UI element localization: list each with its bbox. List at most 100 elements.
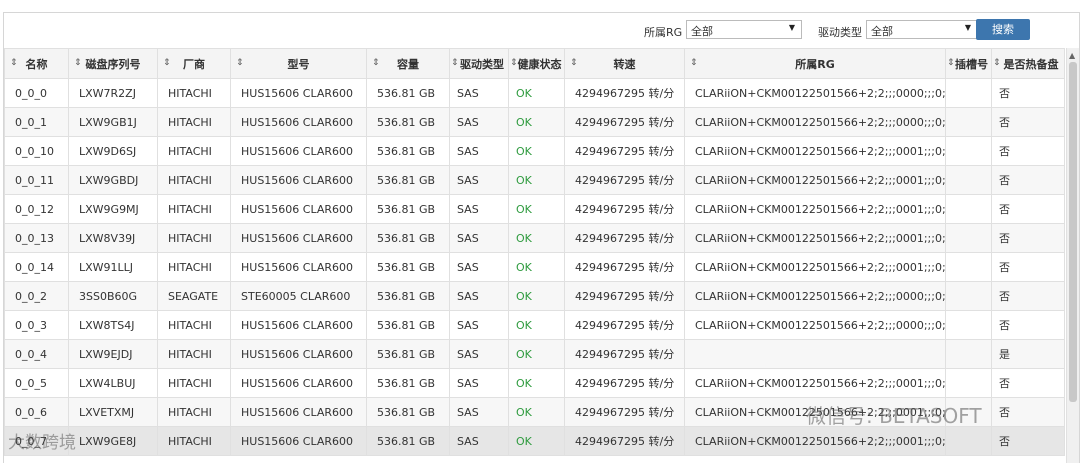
drive-type-filter-label: 驱动类型 (818, 26, 862, 39)
cell-drive-type: SAS (449, 281, 509, 311)
table-row[interactable]: 0_0_2 3SS0B60G SEAGATE STE60005 CLAR600 536.… (4, 281, 1065, 311)
cell-rg: CLARiiON+CKM00122501566+2;2;;;0000;;;0;; (684, 310, 946, 340)
cell-rg: CLARiiON+CKM00122501566+2;2;;;0001;;;0;; (684, 194, 946, 224)
cell-serial: LXW9EJDJ (68, 339, 158, 369)
triangle-down-icon: ▼ (788, 23, 795, 32)
cell-name: 0_0_2 (4, 281, 69, 311)
cell-speed: 4294967295 转/分 (564, 194, 685, 224)
table-row[interactable]: 0_0_5 LXW4LBUJ HITACHI HUS15606 CLAR600 536.… (4, 368, 1065, 398)
cell-name: 0_0_5 (4, 368, 69, 398)
cell-slot (945, 223, 992, 253)
rg-filter-value: 全部 (691, 25, 713, 38)
sort-icon[interactable]: ⇕ (510, 58, 518, 68)
sort-icon[interactable]: ⇕ (947, 58, 955, 68)
cell-health: OK (508, 223, 565, 253)
cell-serial: LXW8V39J (68, 223, 158, 253)
table-row[interactable]: 0_0_10 LXW9D6SJ HITACHI HUS15606 CLAR600 536… (4, 136, 1065, 166)
cell-name: 0_0_14 (4, 252, 69, 282)
table-row[interactable]: 0_0_1 LXW9GB1J HITACHI HUS15606 CLAR600 536.… (4, 107, 1065, 137)
cell-capacity: 536.81 GB (366, 78, 450, 108)
cell-serial: 3SS0B60G (68, 281, 158, 311)
cell-model: HUS15606 CLAR600 (230, 339, 367, 369)
column-header-health[interactable]: ⇕ 健康状态 (508, 48, 565, 79)
cell-serial: LXW9GBDJ (68, 165, 158, 195)
sort-icon[interactable]: ⇕ (10, 58, 18, 68)
rg-filter-select[interactable]: 全部 ▼ (686, 20, 802, 39)
cell-health: OK (508, 78, 565, 108)
table-row[interactable]: 0_0_11 LXW9GBDJ HITACHI HUS15606 CLAR600 536… (4, 165, 1065, 195)
cell-name: 0_0_3 (4, 310, 69, 340)
table-row[interactable]: 0_0_3 LXW8TS4J HITACHI HUS15606 CLAR600 536.… (4, 310, 1065, 340)
cell-health: OK (508, 397, 565, 427)
triangle-up-icon[interactable]: ▲ (1069, 51, 1075, 60)
cell-speed: 4294967295 转/分 (564, 223, 685, 253)
cell-hotspare: 否 (991, 165, 1065, 195)
sort-icon[interactable]: ⇕ (236, 58, 244, 68)
search-button[interactable]: 搜索 (976, 19, 1030, 40)
cell-capacity: 536.81 GB (366, 136, 450, 166)
column-header-name[interactable]: ⇕ 名称 (4, 48, 69, 79)
sort-icon[interactable]: ⇕ (451, 58, 459, 68)
table-row[interactable]: 0_0_14 LXW91LLJ HITACHI HUS15606 CLAR600 536… (4, 252, 1065, 282)
cell-serial: LXW7R2ZJ (68, 78, 158, 108)
cell-drive-type: SAS (449, 136, 509, 166)
column-header-model[interactable]: ⇕ 型号 (230, 48, 367, 79)
cell-vendor: HITACHI (157, 368, 231, 398)
scrollbar-thumb[interactable] (1069, 62, 1077, 402)
cell-hotspare: 否 (991, 310, 1065, 340)
cell-serial: LXW9GE8J (68, 426, 158, 456)
cell-name: 0_0_13 (4, 223, 69, 253)
column-header-drive-type[interactable]: ⇕ 驱动类型 (449, 48, 509, 79)
cell-hotspare: 否 (991, 426, 1065, 456)
column-header-slot[interactable]: ⇕ 插槽号 (945, 48, 992, 79)
cell-hotspare: 否 (991, 397, 1065, 427)
cell-capacity: 536.81 GB (366, 397, 450, 427)
cell-serial: LXVETXMJ (68, 397, 158, 427)
table-row[interactable]: 0_0_13 LXW8V39J HITACHI HUS15606 CLAR600 536… (4, 223, 1065, 253)
table-row[interactable]: 0_0_0 LXW7R2ZJ HITACHI HUS15606 CLAR600 536.… (4, 78, 1065, 108)
cell-health: OK (508, 310, 565, 340)
sort-icon[interactable]: ⇕ (372, 58, 380, 68)
cell-health: OK (508, 252, 565, 282)
cell-rg: CLARiiON+CKM00122501566+2;2;;;0000;;;0;; (684, 281, 946, 311)
cell-hotspare: 是 (991, 339, 1065, 369)
cell-vendor: HITACHI (157, 107, 231, 137)
table-row[interactable]: 0_0_12 LXW9G9MJ HITACHI HUS15606 CLAR600 536… (4, 194, 1065, 224)
cell-slot (945, 339, 992, 369)
vertical-scrollbar[interactable]: ▲ (1066, 48, 1079, 463)
cell-health: OK (508, 368, 565, 398)
cell-model: HUS15606 CLAR600 (230, 165, 367, 195)
cell-speed: 4294967295 转/分 (564, 281, 685, 311)
column-header-capacity[interactable]: ⇕ 容量 (366, 48, 450, 79)
cell-model: HUS15606 CLAR600 (230, 136, 367, 166)
cell-speed: 4294967295 转/分 (564, 339, 685, 369)
sort-icon[interactable]: ⇕ (163, 58, 171, 68)
cell-drive-type: SAS (449, 107, 509, 137)
cell-drive-type: SAS (449, 165, 509, 195)
column-header-hotspare[interactable]: ⇕ 是否热备盘 (991, 48, 1065, 79)
cell-model: HUS15606 CLAR600 (230, 78, 367, 108)
sort-icon[interactable]: ⇕ (74, 58, 82, 68)
cell-model: HUS15606 CLAR600 (230, 397, 367, 427)
sort-icon[interactable]: ⇕ (993, 58, 1001, 68)
sort-icon[interactable]: ⇕ (690, 58, 698, 68)
cell-hotspare: 否 (991, 223, 1065, 253)
column-header-rg[interactable]: ⇕ 所属RG (684, 48, 946, 79)
cell-speed: 4294967295 转/分 (564, 426, 685, 456)
column-header-speed[interactable]: ⇕ 转速 (564, 48, 685, 79)
cell-capacity: 536.81 GB (366, 368, 450, 398)
cell-health: OK (508, 426, 565, 456)
cell-hotspare: 否 (991, 281, 1065, 311)
table-row[interactable]: 0_0_7 LXW9GE8J HITACHI HUS15606 CLAR600 536.… (4, 426, 1065, 456)
table-body: 0_0_0 LXW7R2ZJ HITACHI HUS15606 CLAR600 536.… (4, 78, 1065, 456)
cell-drive-type: SAS (449, 223, 509, 253)
cell-health: OK (508, 165, 565, 195)
sort-icon[interactable]: ⇕ (570, 58, 578, 68)
table-row[interactable]: 0_0_4 LXW9EJDJ HITACHI HUS15606 CLAR600 536.… (4, 339, 1065, 369)
column-header-vendor[interactable]: ⇕ 厂商 (157, 48, 231, 79)
cell-model: HUS15606 CLAR600 (230, 194, 367, 224)
column-header-serial[interactable]: ⇕ 磁盘序列号 (68, 48, 158, 79)
cell-drive-type: SAS (449, 194, 509, 224)
drive-type-filter-select[interactable]: 全部 ▼ (866, 20, 978, 39)
cell-serial: LXW9GB1J (68, 107, 158, 137)
